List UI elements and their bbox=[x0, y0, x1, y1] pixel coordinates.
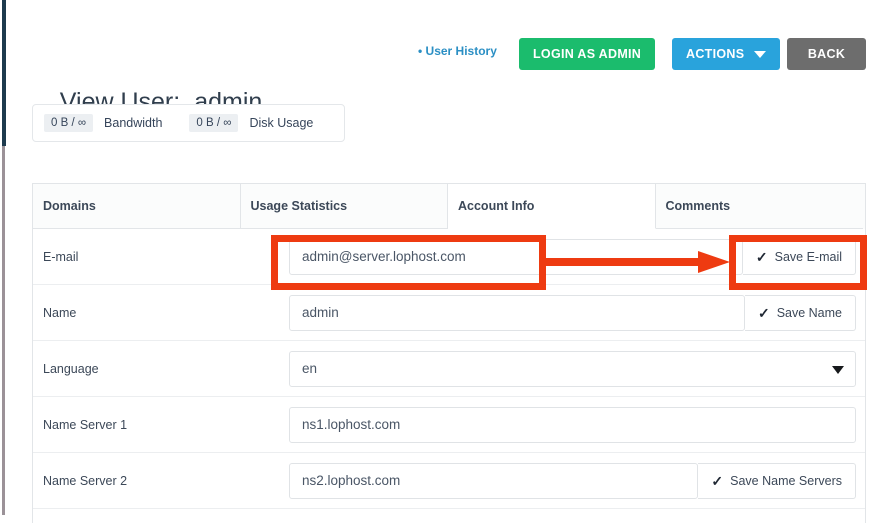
language-select-wrap: en bbox=[289, 350, 856, 387]
chevron-down-icon bbox=[754, 50, 767, 58]
save-name-servers-button[interactable]: ✓ Save Name Servers bbox=[698, 462, 856, 499]
disk-usage-label: Disk Usage bbox=[249, 116, 314, 130]
page-title: View User: admin bbox=[32, 30, 263, 174]
login-as-admin-label: LOGIN AS ADMIN bbox=[533, 47, 642, 61]
name-server-1-input[interactable] bbox=[289, 406, 856, 443]
actions-label: ACTIONS bbox=[686, 47, 745, 61]
login-as-admin-button[interactable]: LOGIN AS ADMIN bbox=[519, 38, 656, 70]
tab-account-info[interactable]: Account Info bbox=[448, 184, 656, 229]
row-email: E-mail ✓ Save E-mail bbox=[33, 229, 865, 285]
language-label: Language bbox=[43, 361, 99, 376]
bandwidth-label: Bandwidth bbox=[104, 116, 163, 130]
tab-comments-label: Comments bbox=[665, 199, 731, 213]
name-input[interactable] bbox=[289, 294, 745, 331]
row-name: Name ✓ Save Name bbox=[33, 285, 865, 341]
bandwidth-badge: 0 B / ∞ bbox=[44, 114, 94, 132]
name-server-1-label: Name Server 1 bbox=[43, 417, 128, 432]
language-select[interactable]: en bbox=[289, 350, 856, 387]
row-name-server-2: Name Server 2 ✓ Save Name Servers bbox=[33, 453, 865, 509]
disk-usage-badge: 0 B / ∞ bbox=[189, 114, 239, 132]
tab-account-info-label: Account Info bbox=[458, 199, 535, 213]
row-name-server-1: Name Server 1 bbox=[33, 397, 865, 453]
language-input-group: en bbox=[289, 350, 856, 387]
save-name-button[interactable]: ✓ Save Name bbox=[744, 294, 856, 331]
panel-tabs: Domains Usage Statistics Account Info Co… bbox=[33, 184, 865, 229]
name-server-2-label: Name Server 2 bbox=[43, 473, 128, 488]
save-name-label: Save Name bbox=[776, 305, 842, 320]
page-header: View User: admin • User History LOGIN AS … bbox=[32, 30, 866, 116]
name-server-1-input-group bbox=[289, 406, 856, 443]
sidebar-edge-dark bbox=[2, 0, 6, 146]
tab-domains-label: Domains bbox=[43, 199, 96, 213]
name-server-2-input[interactable] bbox=[289, 462, 699, 499]
account-info-panel: Domains Usage Statistics Account Info Co… bbox=[32, 183, 866, 523]
user-history-link[interactable]: • User History bbox=[418, 44, 497, 58]
email-input[interactable] bbox=[289, 238, 743, 275]
actions-button[interactable]: ACTIONS bbox=[672, 38, 781, 70]
name-label: Name bbox=[43, 305, 77, 320]
check-icon: ✓ bbox=[711, 472, 724, 489]
save-email-button[interactable]: ✓ Save E-mail bbox=[742, 238, 856, 275]
check-icon: ✓ bbox=[757, 304, 770, 321]
sidebar-edge-light bbox=[2, 146, 5, 515]
save-email-label: Save E-mail bbox=[774, 249, 842, 264]
back-button[interactable]: BACK bbox=[787, 38, 866, 70]
tab-comments[interactable]: Comments bbox=[655, 184, 863, 229]
usage-summary-strip: 0 B / ∞ Bandwidth 0 B / ∞ Disk Usage bbox=[32, 104, 345, 142]
email-input-group: ✓ Save E-mail bbox=[289, 238, 856, 275]
tab-usage-statistics[interactable]: Usage Statistics bbox=[240, 184, 448, 229]
check-icon: ✓ bbox=[755, 248, 768, 265]
email-label: E-mail bbox=[43, 249, 79, 264]
back-label: BACK bbox=[807, 47, 846, 61]
tab-usage-statistics-label: Usage Statistics bbox=[250, 199, 348, 213]
name-input-group: ✓ Save Name bbox=[289, 294, 856, 331]
tab-domains[interactable]: Domains bbox=[33, 184, 241, 229]
row-language: Language en bbox=[33, 341, 865, 397]
name-server-2-input-group: ✓ Save Name Servers bbox=[289, 462, 856, 499]
save-name-servers-label: Save Name Servers bbox=[730, 473, 842, 488]
